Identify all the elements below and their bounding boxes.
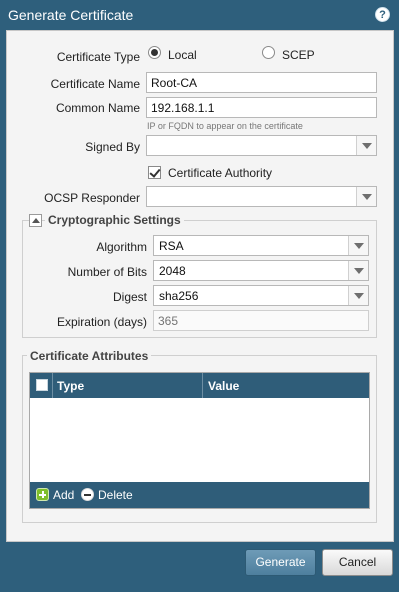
add-icon[interactable] bbox=[36, 488, 49, 501]
dialog-titlebar: Generate Certificate ? bbox=[0, 0, 399, 30]
certificate-name-input[interactable] bbox=[146, 72, 377, 93]
certificate-type-local-radio[interactable] bbox=[148, 46, 161, 59]
help-icon[interactable]: ? bbox=[375, 7, 390, 22]
common-name-label: Common Name bbox=[55, 101, 140, 115]
number-of-bits-value: 2048 bbox=[159, 264, 186, 278]
signed-by-select[interactable] bbox=[146, 135, 377, 156]
add-button[interactable]: Add bbox=[53, 488, 74, 502]
column-type[interactable]: Type bbox=[57, 379, 84, 393]
select-all-checkbox[interactable] bbox=[36, 379, 48, 391]
certificate-authority-checkbox[interactable] bbox=[148, 166, 161, 179]
algorithm-value: RSA bbox=[159, 239, 184, 253]
delete-icon[interactable] bbox=[81, 488, 94, 501]
dialog-body: Certificate Type Local SCEP Certificate … bbox=[6, 30, 394, 542]
chevron-down-icon[interactable] bbox=[356, 187, 376, 206]
certificate-attributes-legend: Certificate Attributes bbox=[27, 349, 152, 363]
attributes-grid: Type Value Add Delete bbox=[29, 372, 370, 509]
certificate-authority-label[interactable]: Certificate Authority bbox=[168, 166, 272, 180]
collapse-icon[interactable] bbox=[29, 214, 42, 227]
column-value[interactable]: Value bbox=[208, 379, 239, 393]
grid-header: Type Value bbox=[30, 373, 369, 398]
digest-select[interactable]: sha256 bbox=[153, 285, 369, 306]
cryptographic-settings-legend: Cryptographic Settings bbox=[45, 213, 184, 227]
number-of-bits-select[interactable]: 2048 bbox=[153, 260, 369, 281]
chevron-down-icon[interactable] bbox=[348, 286, 368, 305]
common-name-input[interactable] bbox=[146, 97, 377, 118]
certificate-type-scep-label[interactable]: SCEP bbox=[282, 48, 315, 62]
generate-button[interactable]: Generate bbox=[245, 549, 316, 576]
certificate-type-scep-radio[interactable] bbox=[262, 46, 275, 59]
certificate-type-local-label[interactable]: Local bbox=[168, 48, 197, 62]
algorithm-select[interactable]: RSA bbox=[153, 235, 369, 256]
chevron-down-icon[interactable] bbox=[356, 136, 376, 155]
digest-label: Digest bbox=[112, 290, 147, 304]
algorithm-label: Algorithm bbox=[96, 240, 147, 254]
common-name-hint: IP or FQDN to appear on the certificate bbox=[147, 121, 303, 131]
delete-button[interactable]: Delete bbox=[98, 488, 133, 502]
expiration-label: Expiration (days) bbox=[56, 315, 147, 329]
certificate-type-label: Certificate Type bbox=[56, 50, 140, 64]
ocsp-responder-select[interactable] bbox=[146, 186, 377, 207]
ocsp-responder-label: OCSP Responder bbox=[44, 191, 140, 205]
signed-by-label: Signed By bbox=[85, 140, 140, 154]
grid-toolbar: Add Delete bbox=[30, 482, 369, 508]
chevron-down-icon[interactable] bbox=[348, 261, 368, 280]
certificate-name-label: Certificate Name bbox=[50, 77, 140, 91]
digest-value: sha256 bbox=[159, 289, 199, 303]
number-of-bits-label: Number of Bits bbox=[67, 265, 147, 279]
dialog-title: Generate Certificate bbox=[8, 7, 134, 23]
expiration-input[interactable] bbox=[153, 310, 369, 331]
chevron-down-icon[interactable] bbox=[348, 236, 368, 255]
cancel-button[interactable]: Cancel bbox=[322, 549, 393, 576]
